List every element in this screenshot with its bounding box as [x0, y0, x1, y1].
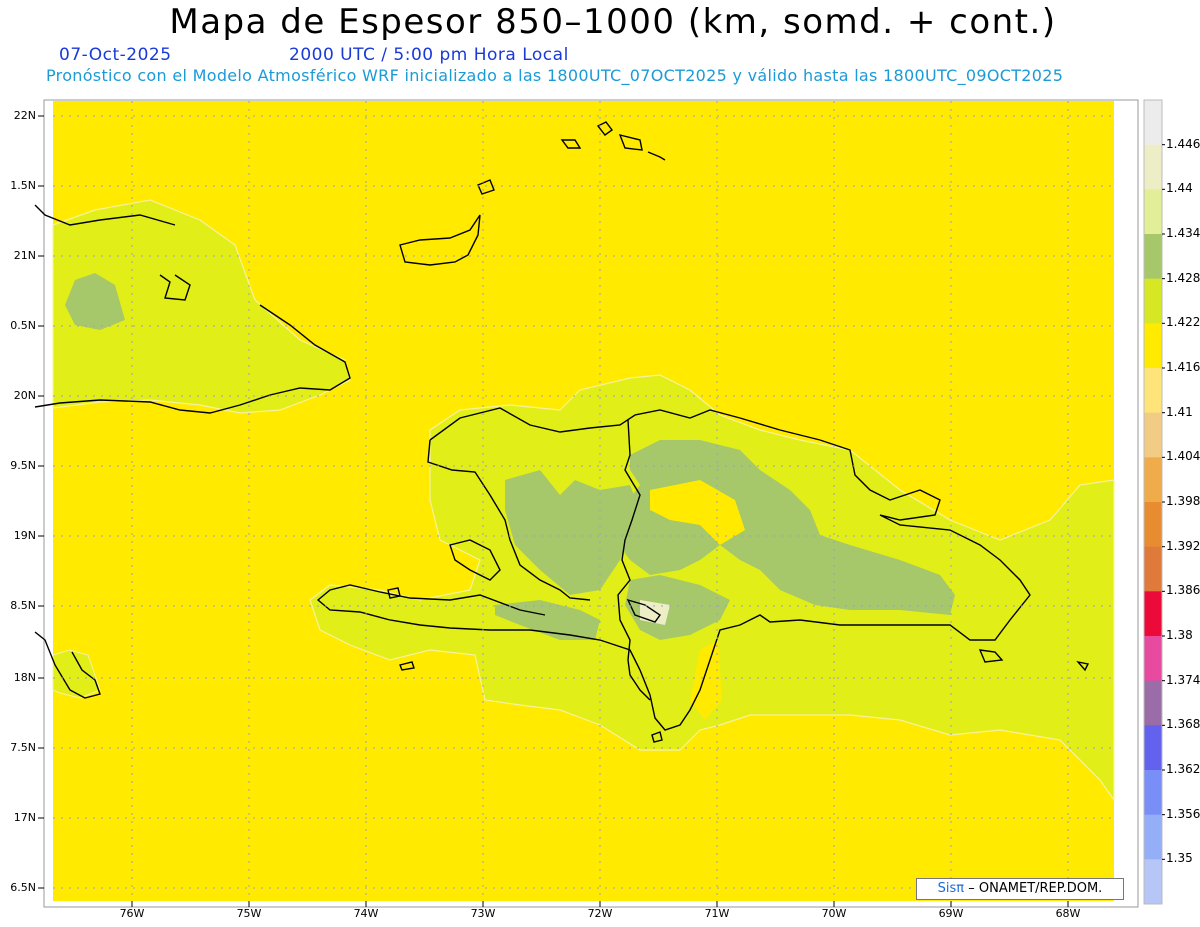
colorbar-swatch [1144, 591, 1162, 637]
colorbar-label: 1.428 [1166, 270, 1200, 285]
colorbar-swatch [1144, 144, 1162, 190]
colorbar-swatch [1144, 770, 1162, 816]
colorbar-label: 1.386 [1166, 583, 1200, 598]
colorbar-swatch [1144, 189, 1162, 235]
lat-label-18n: 18N [13, 671, 36, 684]
lon-label-76w: 76W [119, 907, 145, 920]
credit-text: – ONAMET/REP.DOM. [968, 881, 1103, 896]
lat-label-17n: 17N [13, 811, 36, 824]
colorbar-swatch [1144, 234, 1162, 280]
colorbar-swatch [1144, 278, 1162, 324]
colorbar-swatch [1144, 680, 1162, 726]
lat-label-21n: 21N [13, 249, 36, 262]
colorbar-swatch [1144, 546, 1162, 592]
credit-sis: Sisπ [937, 881, 965, 896]
colorbar-label: 1.35 [1166, 851, 1193, 866]
lon-label-75w: 75W [236, 907, 262, 920]
colorbar-swatch [1144, 814, 1162, 860]
colorbar-swatch [1144, 502, 1162, 548]
colorbar-swatch [1144, 412, 1162, 458]
lat-label-19-5n: 9.5N [10, 459, 36, 472]
colorbar [1143, 99, 1165, 905]
lon-label-68w: 68W [1055, 907, 1081, 920]
colorbar-label: 1.398 [1166, 494, 1200, 508]
colorbar-label: 1.44 [1166, 181, 1193, 196]
colorbar-label: 1.38 [1166, 628, 1193, 642]
colorbar-swatch [1144, 725, 1162, 771]
lat-label-20-5n: 0.5N [10, 319, 36, 332]
colorbar-swatch [1144, 323, 1162, 369]
lat-label-17-5n: 7.5N [10, 741, 36, 754]
thickness-map [34, 99, 1165, 908]
lat-label-19n: 19N [13, 529, 36, 542]
colorbar-label: 1.362 [1166, 762, 1200, 776]
colorbar-swatch [1144, 859, 1162, 905]
colorbar-label: 1.374 [1166, 672, 1200, 687]
lat-label-21-5n: 1.5N [10, 179, 36, 192]
colorbar-swatch [1144, 100, 1162, 146]
lon-label-74w: 74W [353, 907, 379, 920]
lon-label-73w: 73W [470, 907, 496, 920]
colorbar-swatch [1144, 636, 1162, 682]
colorbar-label: 1.416 [1166, 360, 1200, 374]
colorbar-label: 1.404 [1166, 449, 1200, 464]
credit-box: Sisπ – ONAMET/REP.DOM. [916, 878, 1124, 900]
lon-label-72w: 72W [587, 907, 613, 920]
colorbar-label: 1.368 [1166, 717, 1200, 732]
colorbar-label: 1.446 [1166, 136, 1200, 151]
colorbar-swatch [1144, 368, 1162, 414]
lat-label-16-5n: 6.5N [10, 881, 36, 894]
lat-label-20n: 20N [13, 389, 36, 402]
colorbar-label: 1.422 [1166, 315, 1200, 330]
colorbar-label: 1.434 [1166, 226, 1200, 240]
colorbar-swatch [1144, 457, 1162, 503]
colorbar-label: 1.392 [1166, 538, 1200, 553]
colorbar-label: 1.41 [1166, 404, 1193, 419]
lon-label-71w: 71W [704, 907, 730, 920]
lon-label-70w: 70W [821, 907, 847, 920]
colorbar-label: 1.356 [1166, 806, 1200, 821]
lon-label-69w: 69W [938, 907, 964, 920]
lat-label-18-5n: 8.5N [10, 599, 36, 612]
lat-label-22n: 22N [13, 109, 36, 122]
